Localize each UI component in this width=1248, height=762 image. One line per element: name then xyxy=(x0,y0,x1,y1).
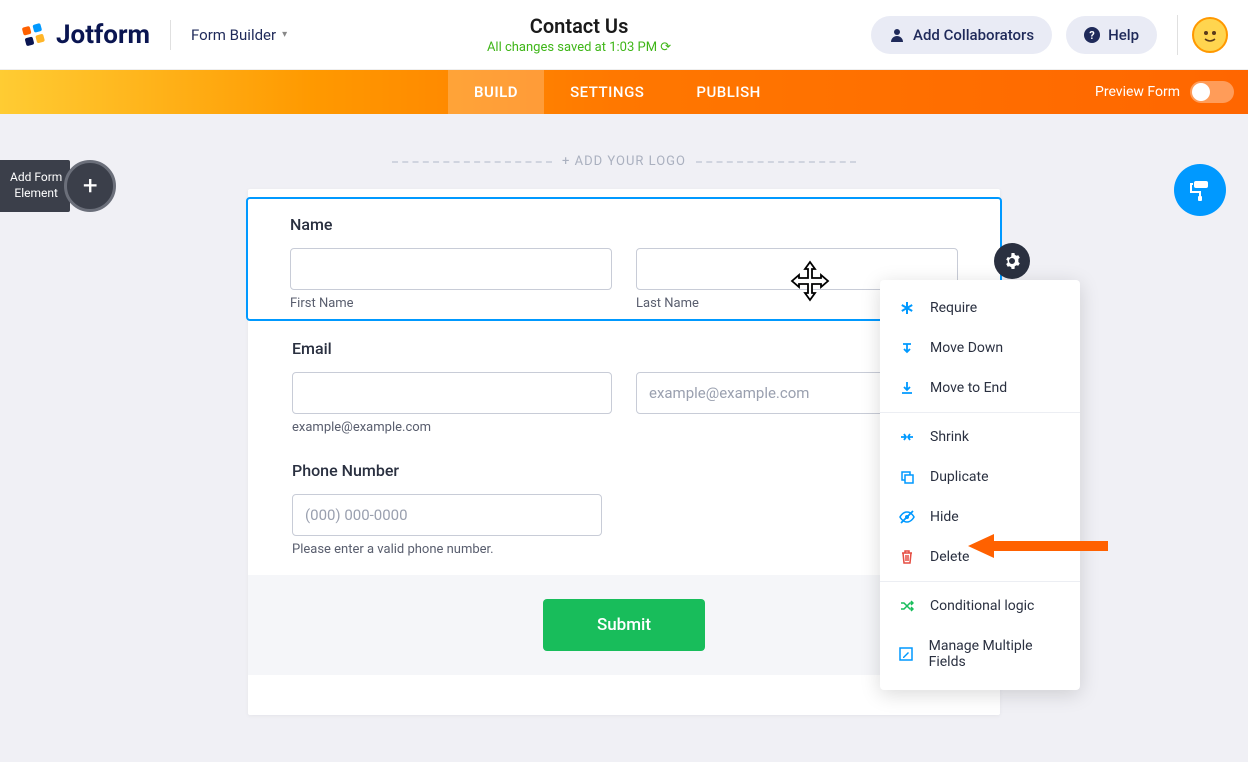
field-label-phone[interactable]: Phone Number xyxy=(292,461,956,480)
first-name-sublabel: First Name xyxy=(290,296,612,311)
avatar-icon xyxy=(1196,21,1224,49)
arrow-down-icon xyxy=(898,341,916,355)
field-context-menu: Require Move Down Move to End Shrink Dup… xyxy=(880,280,1080,690)
menu-hide[interactable]: Hide xyxy=(880,497,1080,537)
add-logo-placeholder[interactable]: + ADD YOUR LOGO xyxy=(392,154,856,169)
form-title-block: Contact Us All changes saved at 1:03 PM … xyxy=(287,14,871,55)
preview-toggle[interactable] xyxy=(1190,81,1234,103)
tab-settings[interactable]: SETTINGS xyxy=(544,70,670,114)
phone-hint: Please enter a valid phone number. xyxy=(292,542,956,557)
move-to-end-icon xyxy=(898,381,916,395)
edit-fields-icon xyxy=(898,647,915,661)
form-builder-dropdown[interactable]: Form Builder ▾ xyxy=(191,26,287,44)
svg-text:?: ? xyxy=(1089,29,1095,42)
refresh-icon: ⟳ xyxy=(660,40,671,55)
menu-move-end[interactable]: Move to End xyxy=(880,368,1080,408)
header-divider xyxy=(170,20,171,50)
menu-conditional-logic[interactable]: Conditional logic xyxy=(880,586,1080,626)
asterisk-icon xyxy=(898,301,916,315)
gear-icon xyxy=(1004,253,1020,269)
email-hint: example@example.com xyxy=(292,420,612,435)
eye-off-icon xyxy=(898,510,916,524)
first-name-input[interactable] xyxy=(290,248,612,290)
field-settings-button[interactable] xyxy=(994,243,1030,279)
duplicate-icon xyxy=(898,470,916,484)
menu-separator xyxy=(880,412,1080,413)
shuffle-icon xyxy=(898,599,916,613)
menu-require[interactable]: Require xyxy=(880,288,1080,328)
jotform-logo-icon xyxy=(20,21,48,49)
person-icon xyxy=(889,27,905,43)
preview-label: Preview Form xyxy=(1095,84,1180,100)
form-title[interactable]: Contact Us xyxy=(287,14,871,38)
menu-move-down[interactable]: Move Down xyxy=(880,328,1080,368)
field-label-name[interactable]: Name xyxy=(290,215,958,234)
menu-duplicate[interactable]: Duplicate xyxy=(880,457,1080,497)
tab-build[interactable]: BUILD xyxy=(448,70,544,114)
submit-button[interactable]: Submit xyxy=(543,599,705,651)
trash-icon xyxy=(898,550,916,564)
header-divider-2 xyxy=(1177,15,1178,55)
menu-delete[interactable]: Delete xyxy=(880,537,1080,577)
menu-shrink[interactable]: Shrink xyxy=(880,417,1080,457)
user-avatar[interactable] xyxy=(1192,17,1228,53)
shrink-icon xyxy=(898,430,916,444)
brand-logo[interactable]: Jotform xyxy=(20,20,150,50)
brand-name: Jotform xyxy=(56,20,150,50)
menu-separator-2 xyxy=(880,581,1080,582)
form-builder-label: Form Builder xyxy=(191,26,276,44)
help-icon: ? xyxy=(1084,27,1100,43)
add-collaborators-button[interactable]: Add Collaborators xyxy=(871,16,1052,54)
tab-publish[interactable]: PUBLISH xyxy=(670,70,786,114)
phone-input[interactable] xyxy=(292,494,602,536)
help-button[interactable]: ? Help xyxy=(1066,16,1157,54)
field-label-email[interactable]: Email xyxy=(292,339,956,358)
save-status: All changes saved at 1:03 PM ⟳ xyxy=(287,40,871,55)
email-input[interactable] xyxy=(292,372,612,414)
menu-manage-multiple[interactable]: Manage Multiple Fields xyxy=(880,626,1080,682)
